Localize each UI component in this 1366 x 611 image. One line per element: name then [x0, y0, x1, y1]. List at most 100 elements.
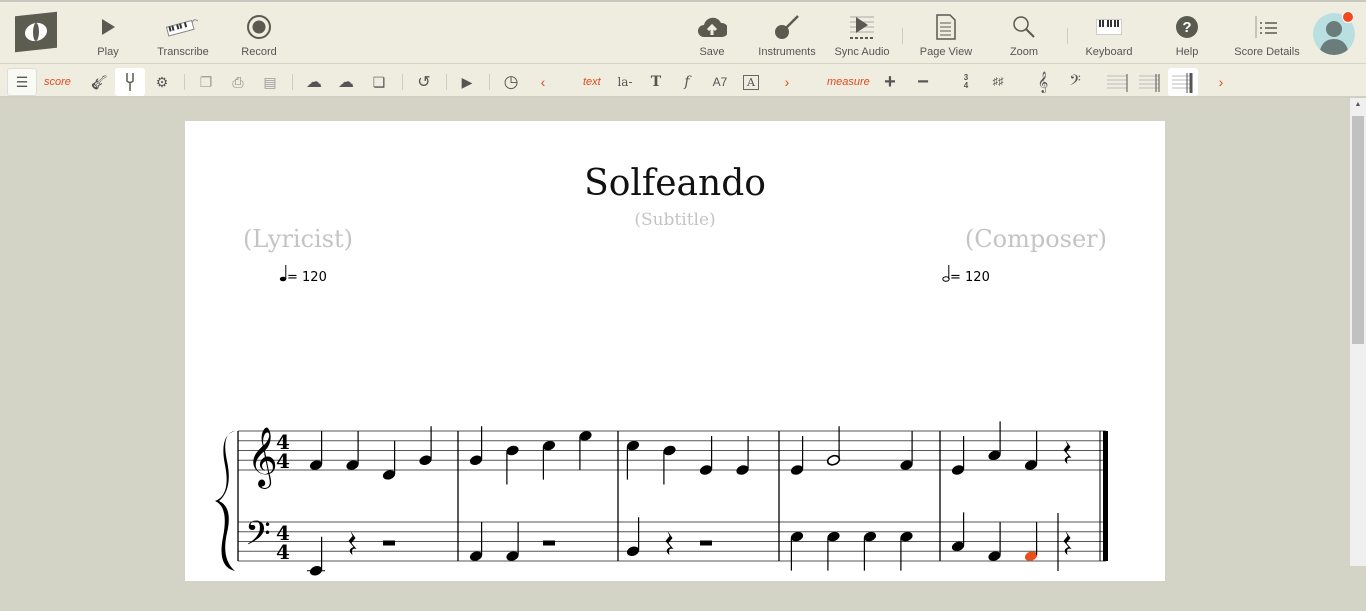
menu-button[interactable]: ☰ [7, 68, 37, 96]
lyrics-button[interactable]: la- [610, 68, 640, 96]
transcribe-button[interactable]: Transcribe [143, 10, 223, 58]
note-head [469, 455, 483, 466]
transcribe-label: Transcribe [157, 46, 209, 58]
add-measure-icon[interactable]: + [875, 68, 905, 96]
zoom-label: Zoom [1009, 46, 1039, 58]
barline-final-icon[interactable] [1168, 68, 1198, 96]
sync-audio-icon [822, 10, 902, 44]
record-icon [219, 10, 299, 44]
play-label: Play [97, 46, 119, 58]
score-page: Solfeando (Subtitle) (Lyricist) (Compose… [185, 121, 1165, 581]
note-head [1024, 460, 1038, 470]
note-head [900, 460, 913, 470]
guitar-icon [747, 10, 827, 44]
cloud-upload-icon [672, 10, 752, 44]
sync-audio-button[interactable]: Sync Audio [822, 10, 902, 58]
play-icon [68, 10, 148, 44]
remove-measure-icon[interactable]: − [908, 68, 938, 96]
score-details-label: Score Details [1234, 46, 1300, 58]
score-toolbar: ☰ score 🎸︎ ⚙ ❐ ⎙ ▤ ☁ ☁ ❏ ↺ ▶ ◷ ‹ text la… [0, 64, 1366, 98]
treble-clef: 𝄞 [247, 427, 278, 489]
help-icon: ? [1147, 10, 1227, 44]
brace [215, 431, 235, 571]
gear-icon[interactable]: ⚙ [147, 68, 177, 96]
note-head [699, 465, 713, 475]
boxed-text-button[interactable]: A [736, 68, 766, 96]
time-signature-number: 4 [276, 449, 290, 473]
time-signature-icon[interactable]: 34 [951, 68, 981, 96]
next-arrow[interactable]: › [772, 68, 802, 96]
score-tab[interactable]: score [44, 68, 71, 96]
magnifier-icon [984, 10, 1064, 44]
piano-keys-icon [143, 10, 223, 44]
scrollbar-thumb[interactable] [1352, 116, 1364, 344]
note-head [469, 551, 483, 561]
playback-icon[interactable]: ▶ [452, 68, 482, 96]
score-title[interactable]: Solfeando [185, 163, 1165, 204]
help-button[interactable]: ? Help [1147, 10, 1227, 58]
keyboard-label: Keyboard [1085, 46, 1133, 58]
save-button[interactable]: Save [672, 10, 752, 58]
key-signature-icon[interactable]: ♯♯ [983, 68, 1013, 96]
music-staff[interactable]: = 120 = 120 𝄞𝄢4444 [185, 251, 1165, 611]
app-logo[interactable] [15, 11, 57, 53]
history-icon[interactable]: ↺ [409, 68, 439, 96]
score-details-button[interactable]: Score Details [1227, 10, 1307, 58]
parts-icon[interactable]: ▤ [255, 68, 285, 96]
boxed-text-label: A [743, 74, 759, 90]
page-view-button[interactable]: Page View [906, 10, 986, 58]
tempo-marking-2: = 120 [942, 265, 990, 285]
note-head [309, 460, 323, 470]
page-view-label: Page View [919, 46, 973, 58]
help-label: Help [1175, 46, 1199, 58]
treble-clef-icon[interactable]: 𝄞 [1028, 68, 1058, 96]
note-head [419, 455, 432, 466]
time-signature-number: 4 [276, 540, 290, 564]
svg-text:?: ? [1182, 19, 1191, 36]
note-head [863, 531, 877, 542]
note-head [309, 565, 323, 576]
keyboard-button[interactable]: Keyboard [1069, 10, 1149, 58]
record-button[interactable]: Record [219, 10, 299, 58]
bass-clef-icon[interactable]: 𝄢 [1060, 68, 1090, 96]
cloud-download-icon[interactable]: ☁ [331, 68, 361, 96]
text-tab[interactable]: text [583, 68, 601, 96]
measure-tab[interactable]: measure [827, 68, 870, 96]
note-head [626, 440, 640, 451]
duplicate-icon[interactable]: ❏ [364, 68, 394, 96]
barline-final-thick [1103, 431, 1108, 561]
tuning-fork-icon[interactable] [115, 68, 145, 96]
barline-single-icon[interactable] [1103, 68, 1133, 96]
note-head [951, 465, 965, 475]
note-head [542, 440, 556, 451]
guitar-icon[interactable]: 🎸︎ [84, 68, 114, 96]
note-head [951, 541, 965, 552]
lyricist[interactable]: (Lyricist) [243, 225, 353, 253]
copies-icon[interactable]: ❐ [191, 68, 221, 96]
dynamics-button[interactable]: f [672, 68, 702, 96]
print-icon[interactable]: ⎙ [223, 68, 253, 96]
save-label: Save [699, 46, 725, 58]
zoom-button[interactable]: Zoom [984, 10, 1064, 58]
play-button[interactable]: Play [68, 10, 148, 58]
note-head [790, 531, 804, 542]
cloud-upload-icon[interactable]: ☁ [299, 68, 329, 96]
note-head [346, 460, 359, 470]
barline-double-icon[interactable] [1135, 68, 1165, 96]
note-head [382, 470, 396, 480]
note-head [827, 531, 840, 542]
tempo-value: = 120 [287, 270, 327, 285]
tempo-value-2: = 120 [950, 270, 990, 285]
composer[interactable]: (Composer) [965, 225, 1107, 253]
clock-icon[interactable]: ◷ [496, 68, 526, 96]
tempo-marking: = 120 [279, 265, 327, 285]
prev-arrow[interactable]: ‹ [528, 68, 558, 96]
page-icon [906, 10, 986, 44]
half-rest [543, 540, 555, 546]
next-arrow-measure[interactable]: › [1206, 68, 1236, 96]
text-button[interactable]: T [641, 68, 671, 96]
chord-button[interactable]: A7 [705, 68, 735, 96]
note-head [988, 450, 1001, 461]
keyboard-icon [1069, 10, 1149, 44]
instruments-button[interactable]: Instruments [747, 10, 827, 58]
